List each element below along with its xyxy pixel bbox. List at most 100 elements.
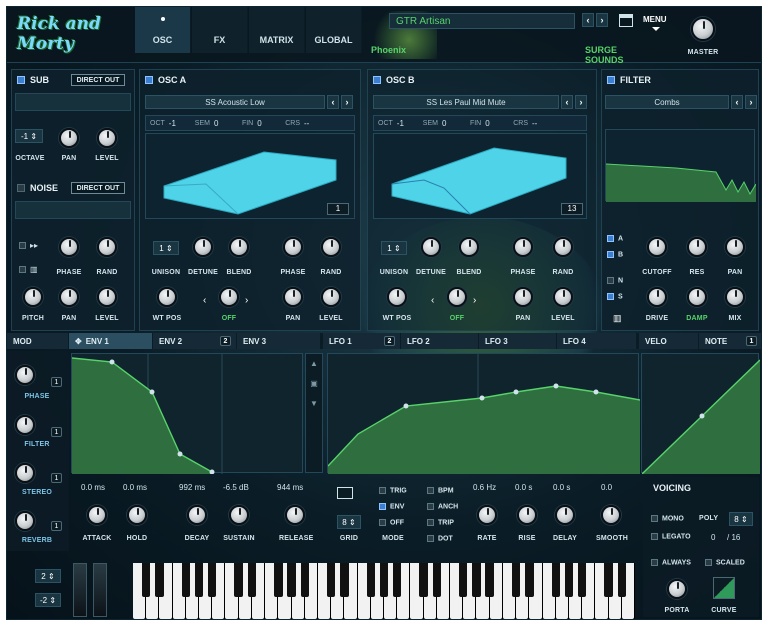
env-hold-knob[interactable] (127, 505, 147, 525)
osc-b-mode-next-icon[interactable]: › (473, 295, 476, 306)
black-key[interactable] (155, 563, 164, 597)
noise-rand-knob[interactable] (97, 237, 117, 257)
voicing-poly-spinner[interactable]: 8 ⇕ (729, 512, 753, 526)
lfo-opt-trip[interactable]: TRIP (427, 519, 454, 526)
mod-wheel[interactable] (93, 563, 107, 617)
tab-fx[interactable]: FX (192, 7, 248, 53)
env-attack-value[interactable]: 0.0 ms (81, 483, 105, 492)
osc-b-detune-knob[interactable] (421, 237, 441, 257)
lfo-rate-knob[interactable] (477, 505, 497, 525)
lfo-smooth-value[interactable]: 0.0 (601, 483, 612, 492)
lfo-rise-value[interactable]: 0.0 s (515, 483, 532, 492)
black-key[interactable] (366, 563, 375, 597)
master-knob[interactable] (691, 17, 715, 41)
osc-b-enable-checkbox[interactable] (373, 76, 381, 84)
filter-route-n[interactable]: N (607, 277, 623, 284)
porta-scaled[interactable]: SCALED (705, 559, 745, 566)
env-sustain-value[interactable]: -6.5 dB (223, 483, 249, 492)
lfo-mode-env[interactable]: ENV (379, 503, 404, 510)
black-key[interactable] (247, 563, 257, 597)
black-key[interactable] (300, 563, 309, 597)
keyboard[interactable] (133, 563, 635, 619)
osc-a-phase-knob[interactable] (283, 237, 303, 257)
osc-b-next-button[interactable]: › (575, 95, 587, 109)
noise-pitch-knob[interactable] (23, 287, 43, 307)
grid-spinner[interactable]: 8 ⇕ (337, 515, 361, 529)
black-key[interactable] (604, 563, 613, 597)
osc-b-sem-value[interactable]: 0 (442, 119, 466, 128)
osc-b-oct-value[interactable]: -1 (397, 119, 419, 128)
next-patch-button[interactable]: › (596, 13, 608, 27)
mod-tab-lfo4[interactable]: LFO 4 (557, 333, 637, 349)
mod-reverb-knob[interactable] (15, 511, 35, 531)
env-hold-value[interactable]: 0.0 ms (123, 483, 147, 492)
osc-a-detune-knob[interactable] (193, 237, 213, 257)
noise-enable-checkbox[interactable] (17, 184, 25, 192)
mod-phase-knob[interactable] (15, 365, 35, 385)
mod-tab-mod[interactable]: MOD (7, 333, 69, 349)
noise-level-knob[interactable] (97, 287, 117, 307)
osc-a-rand-knob[interactable] (321, 237, 341, 257)
black-key[interactable] (379, 563, 389, 597)
filter-damp-knob[interactable] (687, 287, 707, 307)
mod-tab-velo[interactable]: VELO (639, 333, 699, 349)
black-key[interactable] (208, 563, 217, 597)
save-patch-icon[interactable] (619, 14, 633, 27)
lfo-opt-dot[interactable]: DOT (427, 535, 453, 542)
env-release-value[interactable]: 944 ms (277, 483, 303, 492)
env-scroll-strip[interactable]: ▲ ▣ ▼ (305, 353, 323, 473)
filter-prev-button[interactable]: ‹ (731, 95, 743, 109)
sub-octave-spinner[interactable]: -1 ⇕ (15, 129, 43, 143)
black-key[interactable] (141, 563, 151, 597)
env-decay-knob[interactable] (187, 505, 207, 525)
env-sustain-knob[interactable] (229, 505, 249, 525)
prev-patch-button[interactable]: ‹ (582, 13, 594, 27)
filter-route-s[interactable]: S (607, 293, 623, 300)
filter-pan-knob[interactable] (725, 237, 745, 257)
noise-mode-icon-1[interactable]: ▸▸ (19, 241, 38, 250)
keyboard-transpose-spinner[interactable]: -2 ⇕ (35, 593, 61, 607)
black-key[interactable] (577, 563, 587, 597)
lfo-smooth-knob[interactable] (601, 505, 621, 525)
osc-b-mode-knob[interactable] (447, 287, 467, 307)
black-key[interactable] (392, 563, 402, 597)
mod-stereo-knob[interactable] (15, 463, 35, 483)
tab-global[interactable]: GLOBAL (306, 7, 362, 53)
osc-b-wavetable-select[interactable]: SS Les Paul Mid Mute (373, 95, 559, 109)
env-release-knob[interactable] (285, 505, 305, 525)
noise-mode-icon-2[interactable]: ▥ (19, 265, 38, 274)
voicing-legato[interactable]: LEGATO (651, 533, 691, 540)
lfo-opt-anch[interactable]: ANCH (427, 503, 458, 510)
osc-a-crs-value[interactable]: -- (304, 119, 309, 128)
lfo-rise-knob[interactable] (517, 505, 537, 525)
mod-tab-note[interactable]: NOTE 1 (699, 333, 761, 349)
sub-pan-knob[interactable] (59, 128, 79, 148)
osc-a-enable-checkbox[interactable] (145, 76, 153, 84)
osc-a-wavetable-select[interactable]: SS Acoustic Low (145, 95, 325, 109)
black-key[interactable] (419, 563, 428, 597)
black-key[interactable] (511, 563, 521, 597)
patch-browser[interactable]: GTR Artisan Phoenix SURGE SOUNDS (367, 11, 624, 65)
sub-enable-checkbox[interactable] (17, 76, 25, 84)
porta-knob[interactable] (667, 579, 687, 599)
black-key[interactable] (340, 563, 349, 597)
black-key[interactable] (472, 563, 481, 597)
mod-tab-lfo1[interactable]: LFO 1 2 (323, 333, 401, 349)
osc-b-frame-number[interactable]: 13 (561, 203, 583, 215)
filter-route-b[interactable]: B (607, 251, 623, 258)
osc-b-prev-button[interactable]: ‹ (561, 95, 573, 109)
osc-b-blend-knob[interactable] (459, 237, 479, 257)
black-key[interactable] (551, 563, 560, 597)
env-graph[interactable] (71, 353, 303, 475)
patch-name[interactable]: GTR Artisan (389, 13, 575, 29)
osc-a-sem-value[interactable]: 0 (214, 119, 238, 128)
black-key[interactable] (181, 563, 191, 597)
mod-tab-env1[interactable]: ✥ ENV 1 (69, 333, 153, 349)
mod-tab-lfo2[interactable]: LFO 2 (401, 333, 479, 349)
lfo-graph[interactable] (327, 353, 641, 474)
black-key[interactable] (564, 563, 574, 597)
lfo-mode-trig[interactable]: TRIG (379, 487, 407, 494)
noise-phase-knob[interactable] (59, 237, 79, 257)
voicing-mono[interactable]: MONO (651, 515, 684, 522)
filter-keytrack-icon[interactable]: ▥ (613, 313, 622, 324)
